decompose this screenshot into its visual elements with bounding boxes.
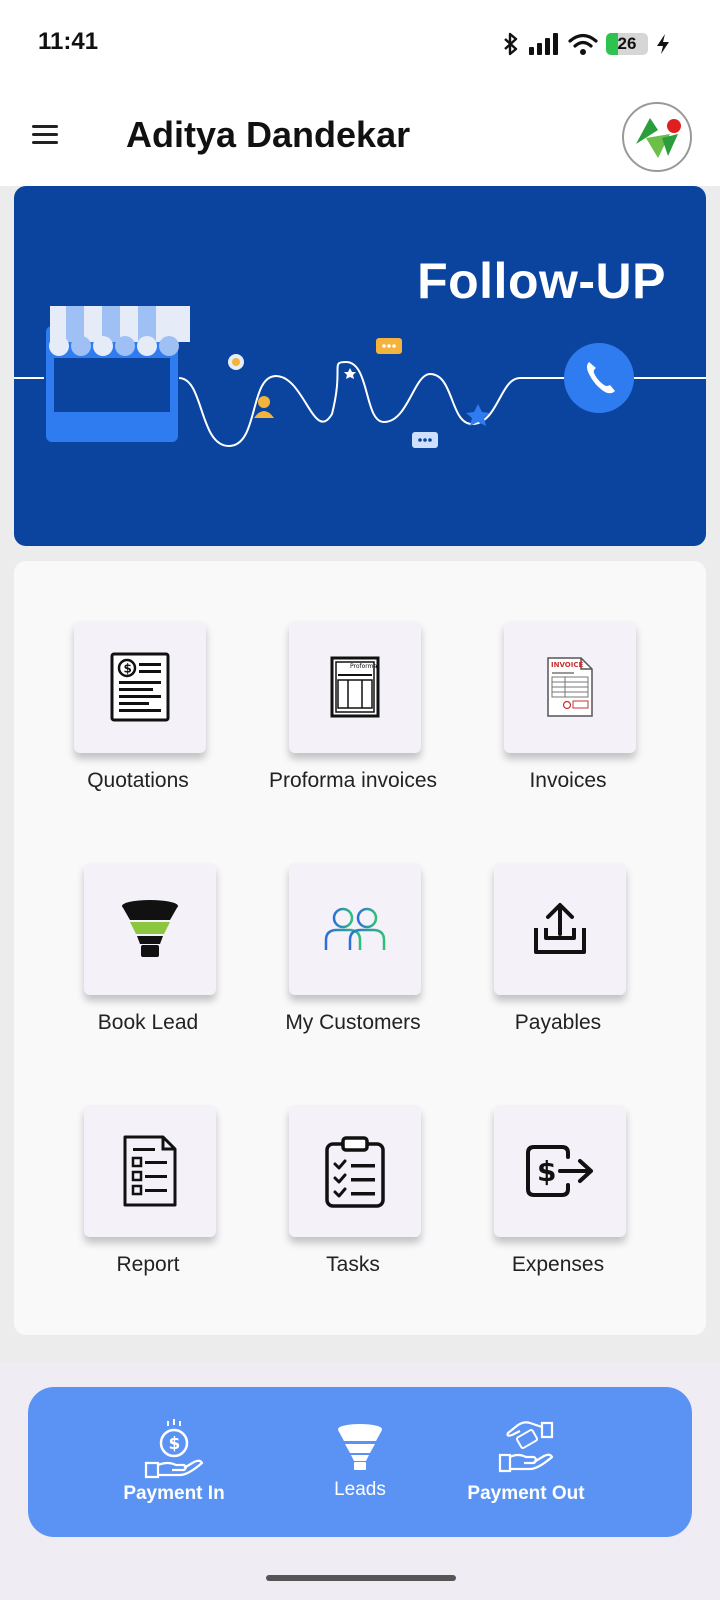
tasks-label: Tasks <box>326 1253 380 1276</box>
bottom-nav: $ Payment In Leads Payment Out <box>28 1387 692 1537</box>
payment-in-button[interactable]: $ Payment In <box>84 1387 264 1537</box>
charging-icon <box>657 34 669 54</box>
quotations-label: Quotations <box>87 769 189 792</box>
funnel-icon <box>122 900 178 957</box>
proforma-document-icon: Proforma <box>330 656 380 718</box>
my-customers-tile[interactable] <box>289 863 421 995</box>
battery-level: 26 <box>617 34 637 53</box>
invoices-tile[interactable]: INVOICE <box>504 621 636 753</box>
payment-out-button[interactable]: Payment Out <box>436 1387 616 1537</box>
leads-label: Leads <box>334 1479 386 1500</box>
payment-out-label: Payment Out <box>467 1483 585 1504</box>
follow-up-banner[interactable]: Follow-UP <box>14 186 706 546</box>
handshake-money-icon <box>498 1421 554 1473</box>
expenses-label: Expenses <box>511 1253 605 1276</box>
company-logo[interactable] <box>622 102 692 172</box>
status-bar: 11:41 26 <box>0 0 720 86</box>
svg-text:Proforma: Proforma <box>350 663 378 670</box>
svg-text:$: $ <box>537 1155 556 1188</box>
hand-coin-icon: $ <box>144 1419 204 1479</box>
report-tile[interactable] <box>84 1105 216 1237</box>
payables-label: Payables <box>514 1011 602 1034</box>
wifi-icon <box>568 33 598 55</box>
status-time: 11:41 <box>38 28 99 55</box>
payment-in-label: Payment In <box>123 1483 225 1504</box>
quotation-document-icon: $ <box>110 652 170 722</box>
my-customers-label: My Customers <box>285 1011 421 1034</box>
hamburger-menu-icon[interactable] <box>32 116 68 152</box>
leads-button[interactable]: Leads <box>270 1387 450 1537</box>
upload-tray-icon <box>534 903 586 954</box>
expenses-tile[interactable]: $ <box>494 1105 626 1237</box>
clipboard-checklist-icon <box>325 1136 385 1208</box>
banner-title: Follow-UP <box>417 253 666 309</box>
features-grid: $ Quotations Proforma Proforma invoices … <box>14 561 706 1335</box>
customers-icon <box>324 907 386 950</box>
payables-tile[interactable] <box>494 863 626 995</box>
svg-text:$: $ <box>169 1434 181 1454</box>
proforma-invoices-tile[interactable]: Proforma <box>289 621 421 753</box>
home-indicator[interactable] <box>266 1575 456 1581</box>
tasks-tile[interactable] <box>289 1105 421 1237</box>
book-lead-label: Book Lead <box>97 1011 199 1034</box>
quotations-tile[interactable]: $ <box>74 621 206 753</box>
invoice-document-icon: INVOICE <box>547 657 593 717</box>
signal-icon <box>529 33 558 55</box>
status-icons: 26 <box>502 30 670 58</box>
page-title: Aditya Dandekar <box>126 114 411 155</box>
battery-icon: 26 <box>606 33 648 55</box>
money-out-icon: $ <box>526 1145 593 1197</box>
invoices-label: Invoices <box>529 769 607 792</box>
app-bar: Aditya Dandekar <box>0 86 720 186</box>
bluetooth-icon <box>504 32 518 56</box>
report-label: Report <box>116 1253 180 1276</box>
report-icon <box>123 1135 177 1207</box>
svg-text:INVOICE: INVOICE <box>551 661 583 669</box>
leads-funnel-icon <box>338 1424 382 1470</box>
book-lead-tile[interactable] <box>84 863 216 995</box>
svg-text:$: $ <box>124 662 132 676</box>
banner-illustration <box>14 306 706 448</box>
proforma-invoices-label: Proforma invoices <box>268 769 438 792</box>
